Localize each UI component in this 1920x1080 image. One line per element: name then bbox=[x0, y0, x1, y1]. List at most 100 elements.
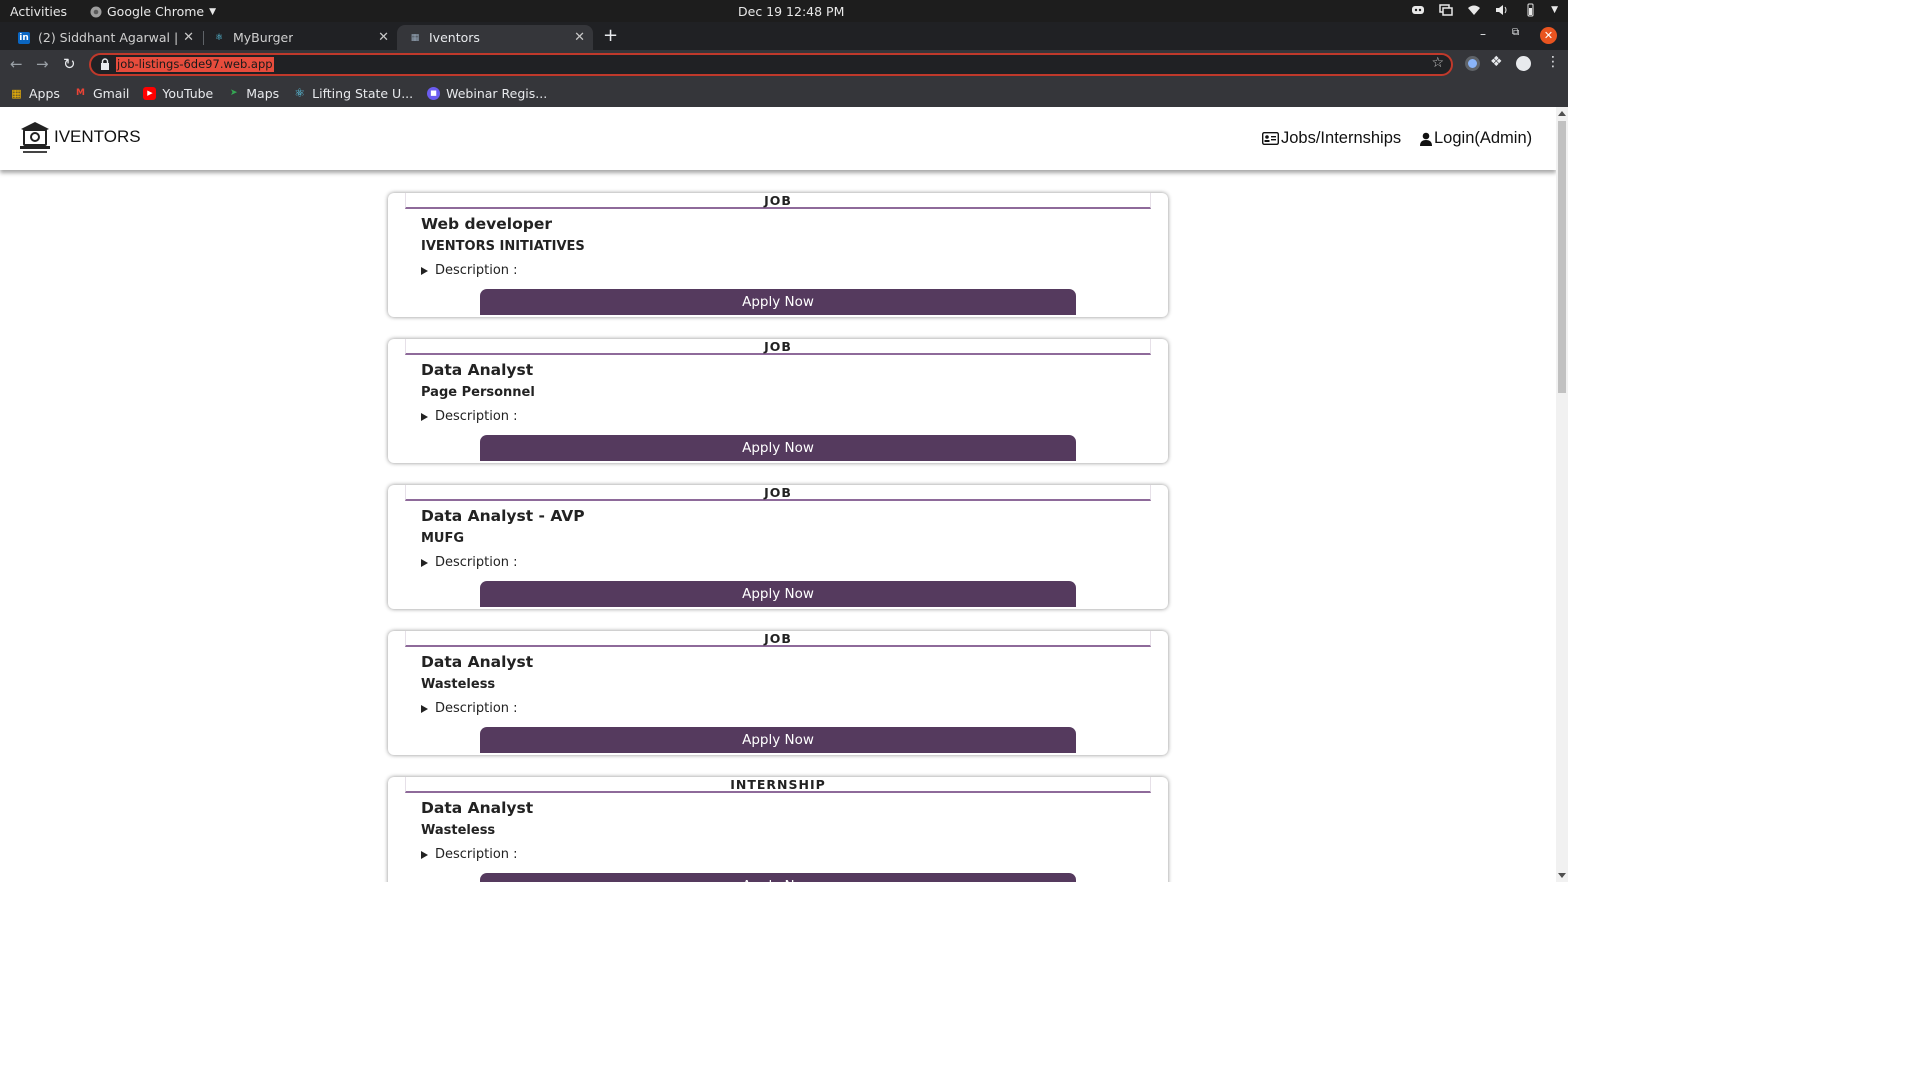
bookmarks-bar: ▦ Apps M Gmail ▶ YouTube ➤ Maps ⚛ Liftin… bbox=[0, 79, 1568, 107]
profile-avatar-icon[interactable] bbox=[1516, 56, 1531, 71]
tab-myburger[interactable]: ⚛ MyBurger ✕ bbox=[201, 25, 397, 50]
iventors-logo[interactable] bbox=[17, 119, 53, 157]
bookmark-lifting-state[interactable]: ⚛ Lifting State U... bbox=[293, 86, 413, 101]
description-label: Description : bbox=[435, 409, 518, 424]
reload-icon[interactable]: ↻ bbox=[63, 55, 76, 73]
app-menu-label: Google Chrome bbox=[107, 4, 205, 19]
listing-card: JOB Data Analyst Page Personnel Descript… bbox=[388, 339, 1168, 463]
brand-name[interactable]: IVENTORS bbox=[54, 127, 141, 147]
power-menu-chevron-icon[interactable]: ▼ bbox=[1551, 5, 1558, 15]
clock[interactable]: Dec 19 12:48 PM bbox=[738, 4, 844, 19]
wifi-icon[interactable] bbox=[1467, 3, 1481, 17]
discord-icon[interactable] bbox=[1411, 3, 1425, 17]
nav-jobs-label: Jobs/Internships bbox=[1281, 129, 1402, 147]
url-text[interactable]: job-listings-6de97.web.app bbox=[116, 57, 274, 72]
close-tab-icon[interactable]: ✕ bbox=[574, 30, 585, 45]
back-arrow-icon[interactable]: ← bbox=[10, 55, 23, 73]
apply-now-button[interactable]: Apply Now bbox=[480, 727, 1076, 753]
listing-card: INTERNSHIP Data Analyst Wasteless Descri… bbox=[388, 777, 1168, 882]
volume-icon[interactable] bbox=[1495, 3, 1509, 17]
page-viewport: IVENTORS Jobs/Internships Login(Admin) J… bbox=[0, 107, 1556, 882]
window-close-icon[interactable]: ✕ bbox=[1540, 27, 1557, 44]
listing-type: JOB bbox=[405, 193, 1151, 209]
description-toggle[interactable]: Description : bbox=[421, 555, 518, 570]
disclosure-triangle-icon bbox=[421, 704, 428, 713]
bookmark-youtube[interactable]: ▶ YouTube bbox=[143, 86, 213, 101]
bookmark-apps[interactable]: ▦ Apps bbox=[10, 86, 60, 101]
listing-type: JOB bbox=[405, 631, 1151, 647]
listing-card: JOB Web developer IVENTORS INITIATIVES D… bbox=[388, 193, 1168, 317]
puzzle-extensions-icon[interactable]: ❖ bbox=[1490, 54, 1503, 70]
listing-title: Data Analyst - AVP bbox=[421, 507, 585, 525]
forward-arrow-icon[interactable]: → bbox=[36, 55, 49, 73]
zoom-icon: ■ bbox=[427, 86, 441, 100]
restore-icon[interactable]: ⧉ bbox=[1512, 27, 1519, 38]
close-tab-icon[interactable]: ✕ bbox=[378, 30, 389, 45]
address-bar[interactable]: job-listings-6de97.web.app ☆ bbox=[89, 53, 1453, 76]
description-label: Description : bbox=[435, 701, 518, 716]
description-toggle[interactable]: Description : bbox=[421, 263, 518, 278]
listing-title: Data Analyst bbox=[421, 799, 534, 817]
os-top-bar: Activities Google Chrome ▼ Dec 19 12:48 … bbox=[0, 0, 1568, 22]
description-toggle[interactable]: Description : bbox=[421, 701, 518, 716]
app-menu[interactable]: Google Chrome ▼ bbox=[90, 4, 216, 19]
page-scrollbar[interactable] bbox=[1556, 107, 1568, 882]
react-icon: ⚛ bbox=[294, 86, 306, 100]
battery-icon[interactable] bbox=[1523, 3, 1537, 17]
activities-button[interactable]: Activities bbox=[10, 4, 67, 19]
listing-type: INTERNSHIP bbox=[405, 777, 1151, 793]
tab-title: Iventors bbox=[429, 30, 480, 45]
scroll-up-arrow-icon[interactable] bbox=[1558, 111, 1566, 116]
listing-type: JOB bbox=[405, 485, 1151, 501]
lock-icon[interactable] bbox=[100, 58, 110, 70]
description-toggle[interactable]: Description : bbox=[421, 847, 518, 862]
listing-card: JOB Data Analyst - AVP MUFG Description … bbox=[388, 485, 1168, 609]
listing-company: IVENTORS INITIATIVES bbox=[421, 239, 585, 254]
bookmark-label: Apps bbox=[29, 85, 60, 101]
linkedin-icon: in bbox=[18, 31, 30, 44]
apply-now-button[interactable]: Apply Now bbox=[480, 435, 1076, 461]
minimize-icon[interactable]: – bbox=[1480, 27, 1486, 41]
new-tab-icon[interactable]: + bbox=[603, 25, 618, 46]
tab-linkedin[interactable]: in (2) Siddhant Agarwal | Lin ✕ bbox=[6, 25, 202, 50]
scroll-down-arrow-icon[interactable] bbox=[1558, 873, 1566, 878]
listing-company: Wasteless bbox=[421, 823, 496, 838]
disclosure-triangle-icon bbox=[421, 558, 428, 567]
nav-login-label: Login(Admin) bbox=[1434, 129, 1533, 147]
description-toggle[interactable]: Description : bbox=[421, 409, 518, 424]
bookmark-label: Webinar Regis... bbox=[446, 85, 548, 101]
apply-now-button[interactable]: Apply Now bbox=[480, 289, 1076, 315]
listing-title: Data Analyst bbox=[421, 361, 534, 379]
description-label: Description : bbox=[435, 263, 518, 278]
apply-now-button[interactable]: Apply Now bbox=[480, 873, 1076, 882]
nav-jobs-internships[interactable]: Jobs/Internships bbox=[1262, 129, 1401, 148]
listing-company: MUFG bbox=[421, 531, 465, 546]
listing-card: JOB Data Analyst Wasteless Description :… bbox=[388, 631, 1168, 755]
bookmark-gmail[interactable]: M Gmail bbox=[74, 86, 129, 101]
tab-iventors[interactable]: ▦ Iventors ✕ bbox=[397, 25, 593, 50]
chrome-icon bbox=[90, 6, 102, 17]
extension-icon[interactable] bbox=[1465, 56, 1480, 71]
bookmark-label: Lifting State U... bbox=[312, 85, 414, 101]
system-tray[interactable]: ▼ bbox=[1411, 3, 1558, 17]
browser-toolbar: ← → ↻ job-listings-6de97.web.app ☆ ❖ ⋮ bbox=[0, 50, 1568, 79]
gmail-icon: M bbox=[75, 88, 85, 98]
window-switch-icon[interactable] bbox=[1439, 3, 1453, 17]
tab-strip: in (2) Siddhant Agarwal | Lin ✕ ⚛ MyBurg… bbox=[0, 22, 1568, 50]
user-icon bbox=[1420, 132, 1432, 146]
disclosure-triangle-icon bbox=[421, 850, 428, 859]
nav-login-admin[interactable]: Login(Admin) bbox=[1420, 129, 1532, 148]
site-header: IVENTORS Jobs/Internships Login(Admin) bbox=[0, 107, 1556, 170]
bookmark-maps[interactable]: ➤ Maps bbox=[227, 86, 279, 101]
listing-title: Data Analyst bbox=[421, 653, 534, 671]
scrollbar-thumb[interactable] bbox=[1558, 121, 1566, 393]
bookmark-webinar[interactable]: ■ Webinar Regis... bbox=[427, 86, 547, 101]
close-tab-icon[interactable]: ✕ bbox=[183, 30, 194, 45]
apply-now-button[interactable]: Apply Now bbox=[480, 581, 1076, 607]
chrome-menu-icon[interactable]: ⋮ bbox=[1546, 54, 1560, 70]
listing-company: Wasteless bbox=[421, 677, 496, 692]
iventors-icon: ▦ bbox=[410, 32, 420, 43]
disclosure-triangle-icon bbox=[421, 266, 428, 275]
bookmark-star-icon[interactable]: ☆ bbox=[1431, 55, 1444, 71]
bookmark-label: YouTube bbox=[162, 85, 214, 101]
